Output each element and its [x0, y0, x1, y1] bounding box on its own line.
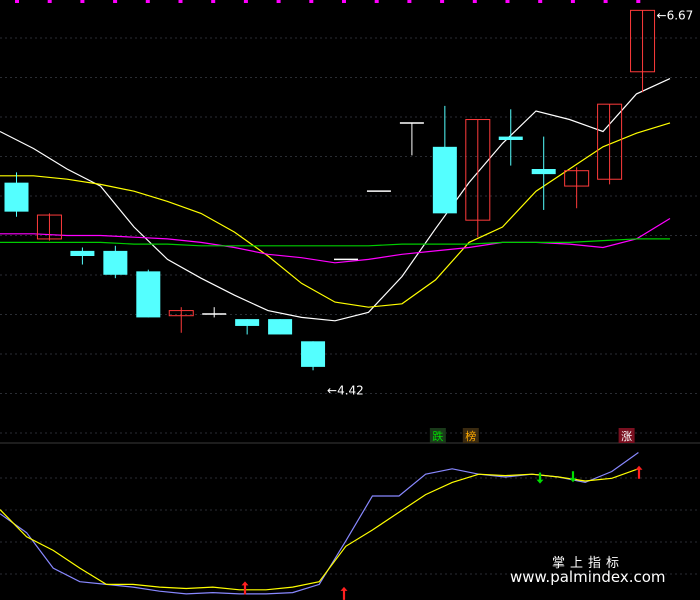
- top-tick: [570, 0, 575, 3]
- candle-body: [103, 250, 128, 275]
- top-tick: [15, 0, 19, 3]
- top-tick: [505, 0, 510, 3]
- top-tick: [538, 0, 543, 3]
- candle-body: [235, 319, 260, 326]
- top-tick: [440, 0, 445, 3]
- top-tick: [472, 0, 477, 3]
- price-annotation: ←6.67: [657, 8, 694, 22]
- top-tick: [342, 0, 346, 3]
- top-tick: [309, 0, 314, 3]
- top-tick: [47, 0, 52, 3]
- top-tick: [276, 0, 281, 3]
- candle-body: [70, 250, 95, 256]
- watermark-url: www.palmindex.com: [510, 568, 666, 586]
- candle-body: [432, 146, 457, 214]
- price-annotation: ←4.42: [327, 383, 364, 397]
- top-tick: [374, 0, 379, 3]
- top-tick: [211, 0, 216, 3]
- candlestick-chart: ←6.67←4.42 跌榜涨 掌上指标 www.palmindex.com: [0, 0, 700, 600]
- candle-body: [498, 136, 523, 140]
- top-tick: [178, 0, 183, 3]
- candle-body: [136, 271, 161, 318]
- top-tick: [636, 0, 641, 3]
- event-marker: 跌: [432, 429, 443, 443]
- top-tick: [113, 0, 118, 3]
- event-marker: 涨: [621, 430, 632, 443]
- candle-body: [4, 182, 29, 212]
- top-tick: [407, 0, 412, 3]
- candle-body: [268, 319, 293, 335]
- top-tick: [603, 0, 608, 3]
- top-tick: [243, 0, 248, 3]
- candle-body: [301, 341, 326, 367]
- candle-body: [531, 169, 556, 175]
- top-tick: [80, 0, 85, 3]
- event-marker: 榜: [465, 429, 476, 443]
- top-tick: [145, 0, 150, 3]
